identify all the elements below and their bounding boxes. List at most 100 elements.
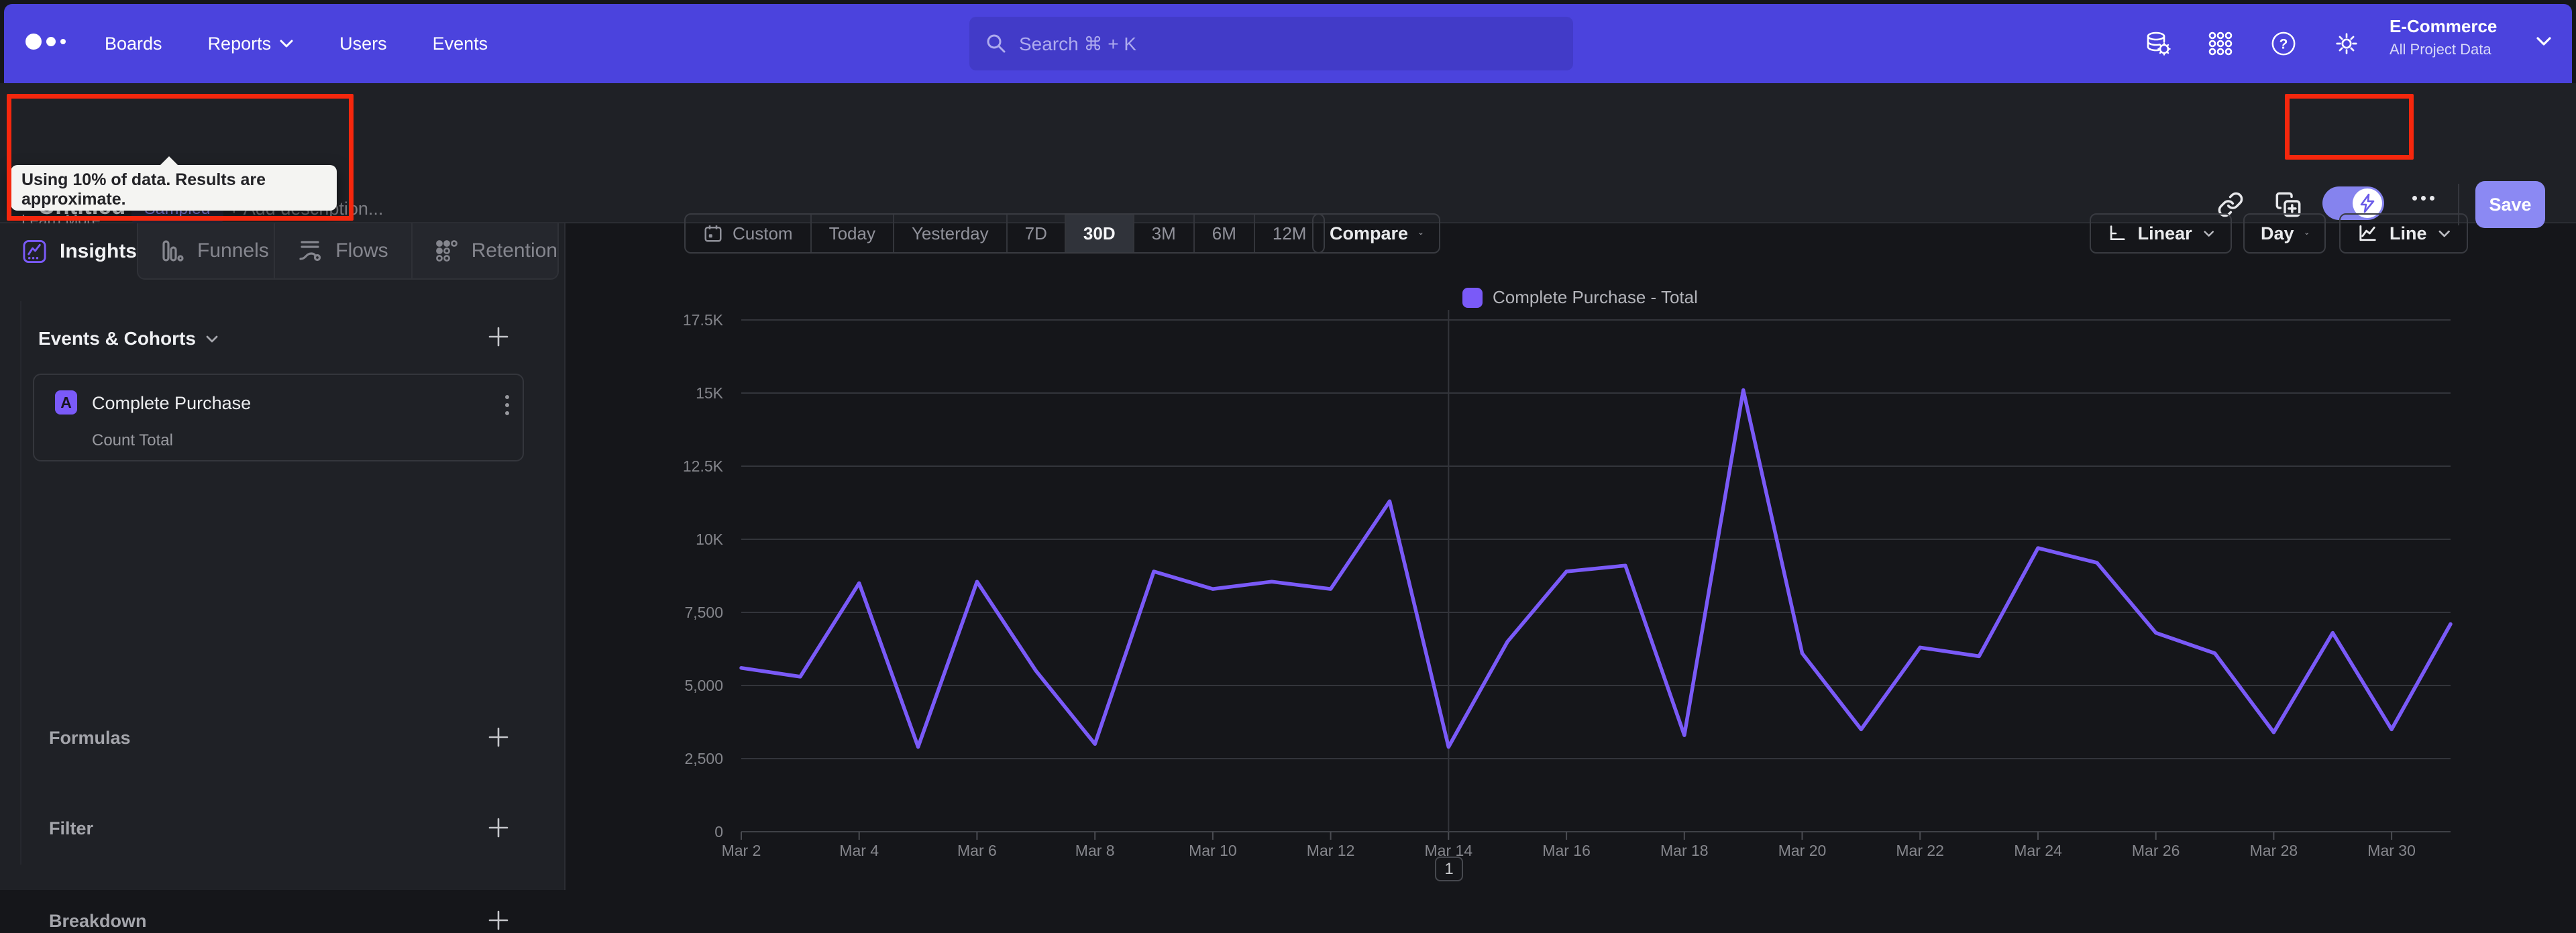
svg-text:Mar 8: Mar 8 [1075,842,1115,859]
chevron-down-icon [2304,232,2308,235]
svg-text:Mar 2: Mar 2 [722,842,761,859]
events-cohorts-header[interactable]: Events & Cohorts [38,328,219,349]
range-7d-label: 7D [1024,223,1047,243]
pagination-page-1[interactable]: 1 [1435,857,1463,881]
more-options-icon[interactable] [2412,196,2434,201]
svg-text:Mar 24: Mar 24 [2014,842,2062,859]
lightning-bolt-icon [2360,193,2375,213]
range-yesterday[interactable]: Yesterday [892,215,1006,252]
mixpanel-logo[interactable] [25,34,66,50]
range-today-label: Today [828,223,875,243]
svg-text:Mar 22: Mar 22 [1896,842,1944,859]
svg-text:Mar 30: Mar 30 [2367,842,2416,859]
range-custom[interactable]: Custom [686,215,810,252]
save-button[interactable]: Save [2475,181,2545,228]
range-yesterday-label: Yesterday [911,223,989,243]
tab-retention-label: Retention [471,239,557,262]
section-formulas-label: Formulas [49,728,131,748]
svg-text:0: 0 [714,823,723,840]
svg-text:12.5K: 12.5K [683,457,724,475]
events-cohorts-label: Events & Cohorts [38,328,196,349]
chart-type-dropdown[interactable]: Line [2339,213,2468,254]
svg-text:5,000: 5,000 [684,677,723,694]
settings-gear-icon[interactable] [2333,30,2360,57]
tab-insights-label: Insights [59,240,137,262]
calendar-icon [704,225,722,242]
range-6m[interactable]: 6M [1193,215,1254,252]
search-placeholder: Search ⌘ + K [1019,33,1137,54]
tab-funnels[interactable]: Funnels [138,223,274,278]
interval-label: Day [2261,223,2294,243]
apps-grid-icon[interactable] [2207,30,2234,57]
tab-insights[interactable]: Insights [0,223,137,280]
chevron-down-icon [2204,230,2214,237]
tab-retention[interactable]: Retention [411,223,557,278]
range-3m[interactable]: 3M [1132,215,1193,252]
scale-label: Linear [2137,223,2192,243]
plus-icon [488,910,508,930]
range-12m-label: 12M [1272,223,1307,243]
project-scope: All Project Data [2390,41,2491,58]
interval-dropdown[interactable]: Day [2243,213,2326,254]
range-today[interactable]: Today [810,215,893,252]
compare-label: Compare [1330,223,1409,243]
nav-item-users[interactable]: Users [339,34,387,54]
add-formula-button[interactable] [486,724,511,750]
range-7d[interactable]: 7D [1006,215,1065,252]
svg-text:10K: 10K [696,531,724,548]
event-metric[interactable]: Count Total [92,431,173,450]
retention-icon [435,240,458,262]
range-30d-label: 30D [1083,223,1116,243]
section-filter-label: Filter [49,818,94,838]
svg-text:Mar 4: Mar 4 [839,842,879,859]
chevron-down-icon [2536,37,2551,46]
logo-dot-small [60,39,66,44]
legend-label: Complete Purchase - Total [1493,287,1698,307]
builder-rail [20,301,21,865]
tab-flows[interactable]: Flows [274,223,411,278]
chevron-down-icon [206,335,218,342]
chevron-down-icon [1419,232,1423,235]
nav-utility-icons: ? [2144,4,2360,83]
help-icon[interactable]: ? [2270,30,2297,57]
linear-axis-icon [2110,225,2125,241]
scale-dropdown[interactable]: Linear [2090,213,2232,254]
nav-item-events-label: Events [432,33,488,54]
svg-text:Mar 12: Mar 12 [1307,842,1355,859]
nav-item-boards-label: Boards [105,33,162,54]
event-card[interactable]: A Complete Purchase Count Total [33,374,524,461]
svg-text:Mar 6: Mar 6 [957,842,997,859]
chart-type-label: Line [2390,223,2427,243]
nav-item-users-label: Users [339,33,387,54]
legend-swatch [1462,287,1483,308]
data-management-icon[interactable] [2144,30,2171,57]
svg-text:Mar 26: Mar 26 [2132,842,2180,859]
range-30d[interactable]: 30D [1064,215,1133,252]
search-icon [987,34,1006,53]
tooltip-text: Using 10% of data. Results are approxima… [21,170,266,209]
range-3m-label: 3M [1151,223,1176,243]
compare-dropdown[interactable]: Compare [1312,213,1440,254]
add-filter-button[interactable] [486,815,511,840]
nav-item-reports[interactable]: Reports [208,34,294,54]
range-6m-label: 6M [1212,223,1236,243]
search-input[interactable]: Search ⌘ + K [969,17,1573,70]
logo-dot-large [25,34,42,50]
annotation-rectangle-toggle [2285,94,2414,160]
chevron-down-icon [280,40,293,48]
svg-text:17.5K: 17.5K [683,311,724,329]
project-name: E-Commerce [2390,16,2498,36]
tab-funnels-label: Funnels [197,239,269,262]
range-custom-label: Custom [733,223,793,243]
svg-text:?: ? [2279,37,2288,52]
nav-item-events[interactable]: Events [433,34,488,54]
add-event-button[interactable] [486,324,511,349]
project-selector[interactable]: E-Commerce All Project Data [2390,16,2551,58]
plus-icon [488,327,508,347]
add-breakdown-button[interactable] [486,908,511,933]
nav-item-boards[interactable]: Boards [105,34,162,54]
chart-legend[interactable]: Complete Purchase - Total [1462,287,1698,308]
series-letter-badge: A [55,390,77,415]
event-options-icon[interactable] [505,395,509,415]
report-header: Untitled Sampled + Add description... Sa… [0,83,2576,229]
